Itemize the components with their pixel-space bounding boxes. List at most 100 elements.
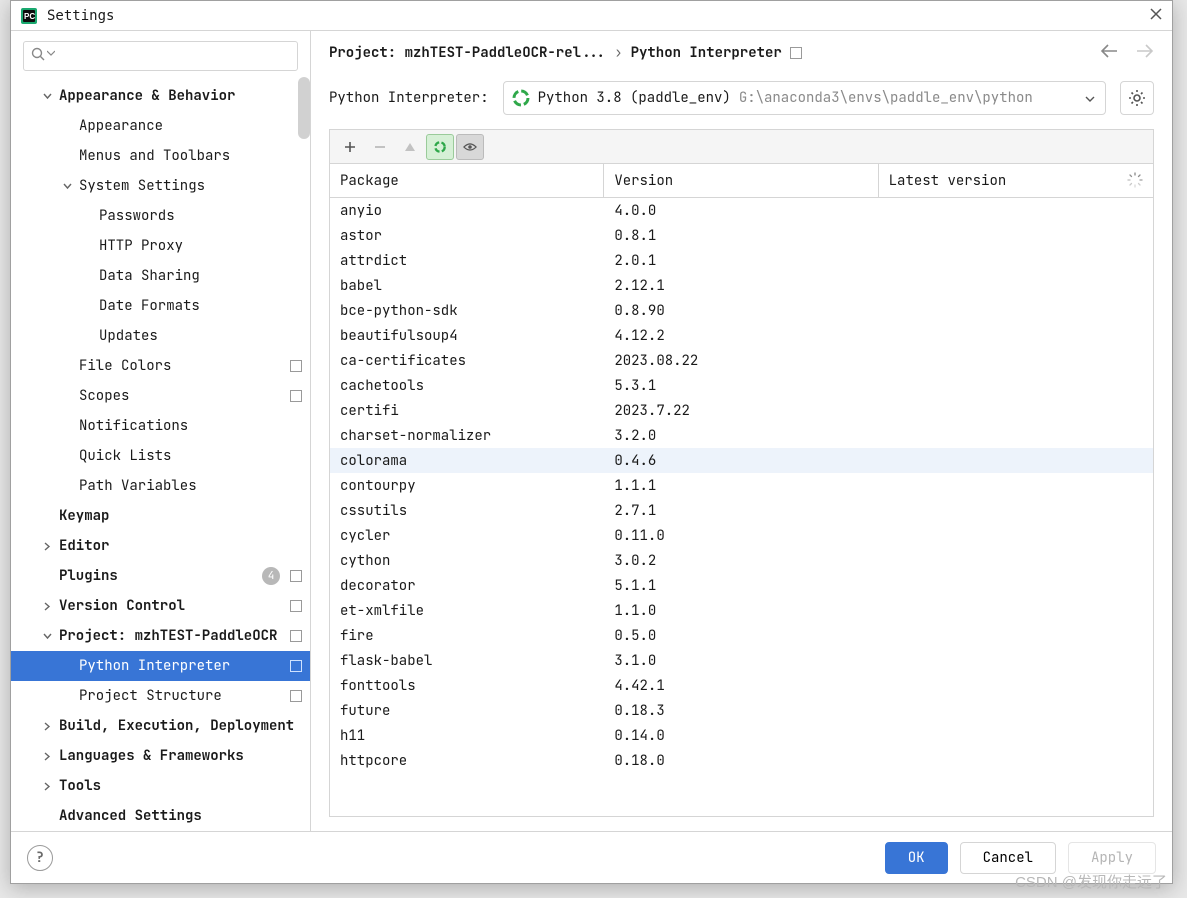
table-row[interactable]: contourpy1.1.1 — [330, 473, 1153, 498]
sidebar-item-label: Project: mzhTEST-PaddleOCR — [59, 627, 277, 645]
spacer — [61, 480, 73, 492]
sidebar-item[interactable]: Data Sharing — [11, 261, 310, 291]
sidebar-item[interactable]: Tools — [11, 771, 310, 801]
sidebar-item[interactable]: Project: mzhTEST-PaddleOCR — [11, 621, 310, 651]
table-row[interactable]: et-xmlfile1.1.0 — [330, 598, 1153, 623]
sidebar-item-label: Appearance & Behavior — [59, 87, 235, 105]
sidebar-item[interactable]: Appearance & Behavior — [11, 81, 310, 111]
remove-package-button[interactable] — [366, 134, 394, 160]
table-row[interactable]: fire0.5.0 — [330, 623, 1153, 648]
chevron-down-icon — [41, 90, 53, 102]
cell-version: 2.7.1 — [604, 502, 878, 520]
table-row[interactable]: cssutils2.7.1 — [330, 498, 1153, 523]
chevron-right-icon — [41, 720, 53, 732]
sidebar-item[interactable]: Editor — [11, 531, 310, 561]
sidebar-item[interactable]: Quick Lists — [11, 441, 310, 471]
sidebar-item[interactable]: Build, Execution, Deployment — [11, 711, 310, 741]
table-body[interactable]: anyio4.0.0astor0.8.1attrdict2.0.1babel2.… — [330, 198, 1153, 816]
sidebar-item[interactable]: Scopes — [11, 381, 310, 411]
nav-back-button[interactable] — [1100, 44, 1118, 63]
breadcrumb-project: Project: mzhTEST-PaddleOCR-rel... — [329, 44, 606, 62]
sidebar-item[interactable]: Passwords — [11, 201, 310, 231]
add-package-button[interactable] — [336, 134, 364, 160]
settings-tree: Appearance & Behavior AppearanceMenus and… — [11, 77, 310, 831]
sidebar-item[interactable]: File Colors — [11, 351, 310, 381]
sidebar-item[interactable]: Keymap — [11, 501, 310, 531]
apply-button[interactable]: Apply — [1068, 842, 1156, 874]
conda-icon — [433, 139, 447, 155]
sidebar-item-label: Keymap — [59, 507, 109, 525]
table-row[interactable]: beautifulsoup44.12.2 — [330, 323, 1153, 348]
interpreter-select[interactable]: Python 3.8 (paddle_env) G:\anaconda3\env… — [503, 81, 1106, 115]
scope-icon — [290, 660, 302, 672]
plus-icon — [343, 140, 357, 154]
table-row[interactable]: charset-normalizer3.2.0 — [330, 423, 1153, 448]
spacer — [41, 510, 53, 522]
cell-version: 0.4.6 — [604, 452, 878, 470]
scope-icon — [290, 630, 302, 642]
package-toolbar — [329, 129, 1154, 163]
col-version[interactable]: Version — [604, 164, 878, 197]
chevron-right-icon — [41, 750, 53, 762]
cell-package: cython — [330, 552, 604, 570]
upgrade-package-button[interactable] — [396, 134, 424, 160]
col-package[interactable]: Package — [330, 164, 604, 197]
help-button[interactable]: ? — [27, 845, 53, 871]
search-input[interactable] — [23, 41, 298, 71]
interpreter-path: G:\anaconda3\envs\paddle_env\python — [739, 89, 1033, 107]
table-row[interactable]: cachetools5.3.1 — [330, 373, 1153, 398]
chevron-right-icon — [41, 600, 53, 612]
sidebar-item[interactable]: Appearance — [11, 111, 310, 141]
close-button[interactable] — [1150, 7, 1162, 25]
table-row[interactable]: future0.18.3 — [330, 698, 1153, 723]
sidebar-item[interactable]: Menus and Toolbars — [11, 141, 310, 171]
table-row[interactable]: cython3.0.2 — [330, 548, 1153, 573]
sidebar-item[interactable]: Plugins4 — [11, 561, 310, 591]
table-row[interactable]: bce-python-sdk0.8.90 — [330, 298, 1153, 323]
scope-icon — [290, 600, 302, 612]
sidebar-item-label: HTTP Proxy — [99, 237, 183, 255]
search-dropdown-icon[interactable] — [47, 50, 55, 58]
badge: 4 — [262, 567, 280, 585]
sidebar-item[interactable]: Version Control — [11, 591, 310, 621]
sidebar-item[interactable]: Languages & Frameworks — [11, 741, 310, 771]
triangle-up-icon — [403, 140, 417, 154]
table-row[interactable]: colorama0.4.6 — [330, 448, 1153, 473]
interpreter-settings-button[interactable] — [1120, 81, 1154, 115]
spacer — [61, 150, 73, 162]
spacer — [81, 210, 93, 222]
sidebar-item[interactable]: System Settings — [11, 171, 310, 201]
sidebar-item[interactable]: HTTP Proxy — [11, 231, 310, 261]
sidebar-item[interactable]: Notifications — [11, 411, 310, 441]
cell-package: future — [330, 702, 604, 720]
cancel-button[interactable]: Cancel — [960, 842, 1056, 874]
table-row[interactable]: certifi2023.7.22 — [330, 398, 1153, 423]
sidebar-item-label: Quick Lists — [79, 447, 171, 465]
sidebar-item-label: Passwords — [99, 207, 175, 225]
table-row[interactable]: astor0.8.1 — [330, 223, 1153, 248]
sidebar-item[interactable]: Project Structure — [11, 681, 310, 711]
sidebar-item[interactable]: Advanced Settings — [11, 801, 310, 831]
table-row[interactable]: cycler0.11.0 — [330, 523, 1153, 548]
sidebar-item-label: Scopes — [79, 387, 129, 405]
table-row[interactable]: babel2.12.1 — [330, 273, 1153, 298]
table-row[interactable]: httpcore0.18.0 — [330, 748, 1153, 773]
table-row[interactable]: anyio4.0.0 — [330, 198, 1153, 223]
col-latest[interactable]: Latest version — [879, 164, 1153, 197]
table-row[interactable]: attrdict2.0.1 — [330, 248, 1153, 273]
sidebar-item[interactable]: Updates — [11, 321, 310, 351]
ok-button[interactable]: OK — [885, 842, 948, 874]
table-row[interactable]: fonttools4.42.1 — [330, 673, 1153, 698]
nav-forward-button[interactable] — [1136, 44, 1154, 63]
cell-version: 2023.7.22 — [604, 402, 878, 420]
conda-toggle-button[interactable] — [426, 134, 454, 160]
show-early-releases-button[interactable] — [456, 134, 484, 160]
table-row[interactable]: decorator5.1.1 — [330, 573, 1153, 598]
sidebar-item[interactable]: Date Formats — [11, 291, 310, 321]
sidebar-item[interactable]: Path Variables — [11, 471, 310, 501]
scope-icon — [790, 47, 802, 59]
table-row[interactable]: ca-certificates2023.08.22 — [330, 348, 1153, 373]
sidebar-item[interactable]: Python Interpreter — [11, 651, 310, 681]
table-row[interactable]: h110.14.0 — [330, 723, 1153, 748]
table-row[interactable]: flask-babel3.1.0 — [330, 648, 1153, 673]
